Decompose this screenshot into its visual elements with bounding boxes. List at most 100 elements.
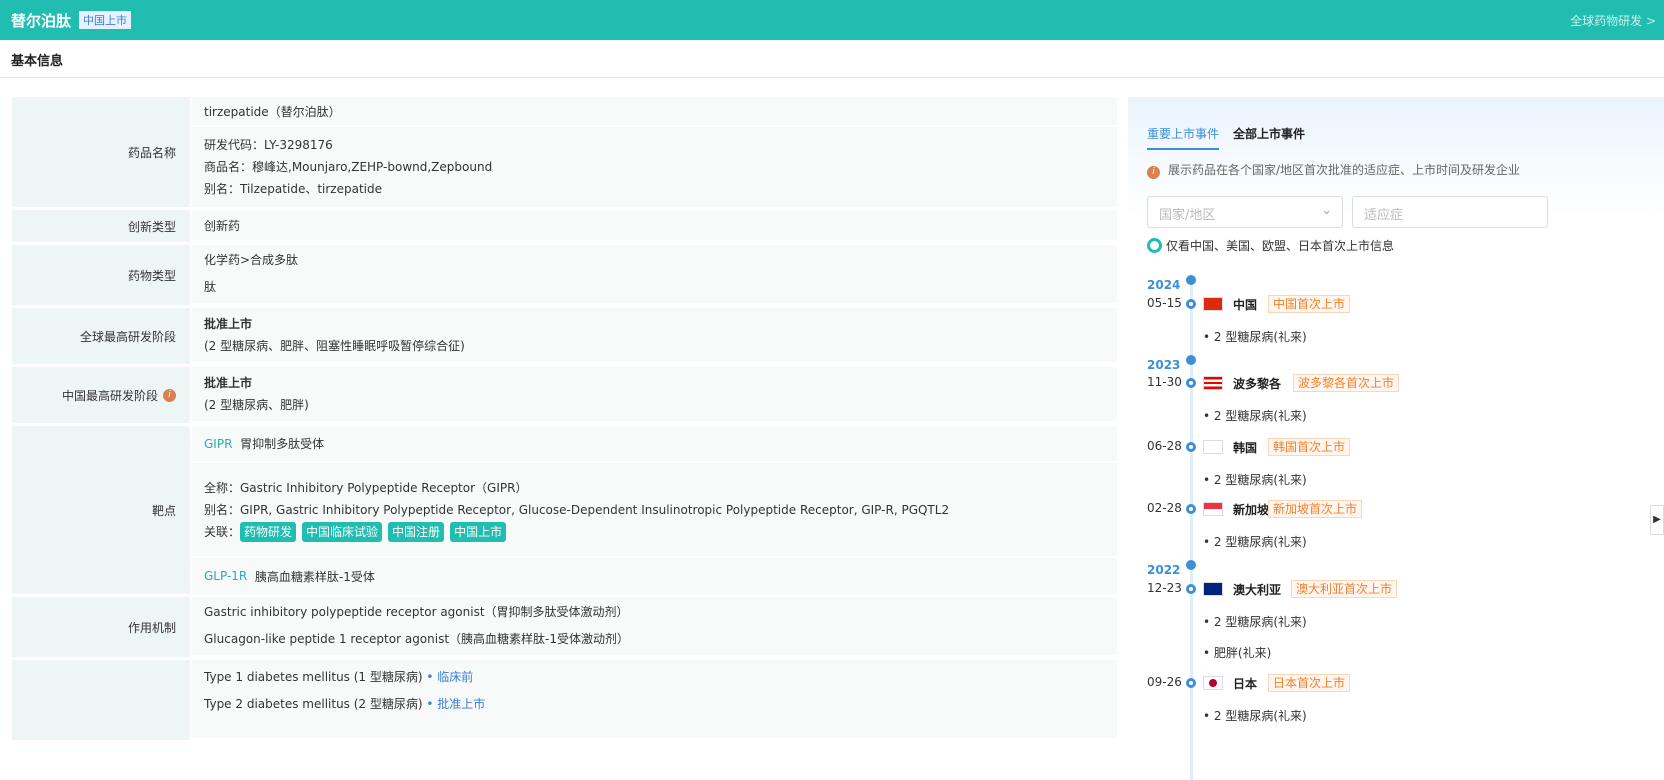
drug-subtype: 肽 <box>204 280 217 294</box>
event-date: 11-30 <box>1147 375 1182 389</box>
event-indication: • 2 型糖尿病(礼来) <box>1203 615 1307 629</box>
event-indication: • 肥胖(礼来) <box>1203 646 1272 660</box>
event-indication: • 2 型糖尿病(礼来) <box>1203 473 1307 487</box>
event-dot <box>1186 678 1196 688</box>
flag-icon <box>1203 440 1223 454</box>
event-country: 澳大利亚 <box>1233 583 1282 597</box>
year-label: 2023 <box>1147 358 1181 372</box>
event-country: 新加坡 <box>1233 503 1270 517</box>
indication-input[interactable]: 适应症 <box>1352 196 1548 228</box>
country-placeholder: 国家/地区 <box>1159 208 1216 223</box>
dev-code: 研发代码：LY-3298176 <box>204 138 333 152</box>
target-glp1r-name: 胰高血糖素样肽-1受体 <box>254 569 375 584</box>
event-date: 06-28 <box>1147 439 1182 453</box>
event-dot <box>1186 442 1196 452</box>
indication-placeholder: 适应症 <box>1364 208 1404 223</box>
label-type: 药物类型 <box>12 245 190 305</box>
label-global-stage: 全球最高研发阶段 <box>12 308 190 364</box>
event-dot <box>1186 299 1196 309</box>
flag-icon <box>1203 297 1223 311</box>
event-indication: • 2 型糖尿病(礼来) <box>1203 409 1307 423</box>
tab-all-events[interactable]: 全部上市事件 <box>1233 125 1305 150</box>
global-indications: (2 型糖尿病、肥胖、阻塞性睡眠呼吸暂停综合征) <box>204 339 465 353</box>
event-date: 09-26 <box>1147 675 1182 689</box>
moa-1: Gastric inhibitory polypeptide receptor … <box>204 605 629 619</box>
event-indication: • 2 型糖尿病(礼来) <box>1203 709 1307 723</box>
event-badge: 韩国首次上市 <box>1268 438 1351 456</box>
event-badge: 波多黎各首次上市 <box>1293 374 1400 392</box>
trade-names: 商品名：穆峰达,Mounjaro,ZEHP-bownd,Zepbound <box>204 160 493 174</box>
event-badge: 中国首次上市 <box>1268 295 1351 313</box>
country-select[interactable]: 国家/地区 ⌄ <box>1147 196 1343 228</box>
related-label: 关联： <box>204 524 241 539</box>
target-full-name: 全称：Gastric Inhibitory Polypeptide Recept… <box>204 480 528 495</box>
event-date: 02-28 <box>1147 501 1182 515</box>
aliases: 别名：Tilzepatide、tirzepatide <box>204 182 382 196</box>
tag-china-trials[interactable]: 中国临床试验 <box>302 521 383 542</box>
radio-icon[interactable] <box>1147 238 1162 253</box>
event-country: 中国 <box>1233 298 1258 312</box>
info-icon[interactable]: i <box>163 388 176 402</box>
indication-1: Type 1 diabetes mellitus (1 型糖尿病) <box>204 670 423 684</box>
year-dot <box>1186 355 1196 365</box>
tag-china-market[interactable]: 中国上市 <box>450 521 507 542</box>
event-dot <box>1186 378 1196 388</box>
event-country: 日本 <box>1233 677 1258 691</box>
section-title: 基本信息 <box>0 40 1664 78</box>
global-rd-link[interactable]: 全球药物研发 > <box>1570 12 1656 29</box>
target-gipr-link[interactable]: GIPR <box>204 437 232 451</box>
event-dot <box>1186 504 1196 514</box>
flag-icon <box>1203 676 1223 690</box>
innov-type: 创新药 <box>204 218 241 233</box>
tag-china-registration[interactable]: 中国注册 <box>388 521 445 542</box>
radio-label: 仅看中国、美国、欧盟、日本首次上市信息 <box>1166 239 1395 253</box>
label-moa: 作用机制 <box>12 597 190 657</box>
year-label: 2022 <box>1147 563 1181 577</box>
moa-2: Glucagon-like peptide 1 receptor agonist… <box>204 632 630 646</box>
launch-events-panel: 重要上市事件 全部上市事件 i 展示药品在各个国家/地区首次批准的适应症、上市时间及… <box>1128 97 1664 780</box>
event-country: 波多黎各 <box>1233 377 1282 391</box>
label-indications <box>12 660 190 740</box>
label-name: 药品名称 <box>12 97 190 207</box>
event-indication: • 2 型糖尿病(礼来) <box>1203 330 1307 344</box>
event-badge: 澳大利亚首次上市 <box>1291 580 1398 598</box>
year-dot <box>1186 275 1196 285</box>
panel-note: 展示药品在各个国家/地区首次批准的适应症、上市时间及研发企业 <box>1168 163 1521 177</box>
china-indications: (2 型糖尿病、肥胖) <box>204 398 309 412</box>
event-date: 12-23 <box>1147 581 1182 595</box>
indication-2-stage[interactable]: • 批准上市 <box>426 697 485 711</box>
major-markets-toggle[interactable]: 仅看中国、美国、欧盟、日本首次上市信息 <box>1147 237 1394 254</box>
year-dot <box>1186 560 1196 570</box>
event-date: 05-15 <box>1147 296 1182 310</box>
flag-icon <box>1203 582 1223 596</box>
target-gipr-name: 胃抑制多肽受体 <box>240 437 325 451</box>
info-icon: i <box>1147 166 1160 179</box>
flag-icon <box>1203 502 1223 516</box>
target-alias: 别名：GIPR, Gastric Inhibitory Polypeptide … <box>204 502 950 517</box>
label-innov: 创新类型 <box>12 210 190 242</box>
status-badge: 中国上市 <box>79 11 132 29</box>
event-indication: • 2 型糖尿病(礼来) <box>1203 535 1307 549</box>
label-target: 靶点 <box>12 426 190 594</box>
global-stage: 批准上市 <box>204 317 253 331</box>
indication-1-stage[interactable]: • 临床前 <box>426 670 473 684</box>
drug-title: 替尔泊肽 <box>11 11 72 30</box>
tab-key-events[interactable]: 重要上市事件 <box>1147 125 1220 150</box>
year-label: 2024 <box>1147 278 1181 292</box>
tag-drug-rd[interactable]: 药物研发 <box>240 521 297 542</box>
event-badge: 日本首次上市 <box>1268 674 1351 692</box>
china-stage: 批准上市 <box>204 376 253 390</box>
label-china-stage: 中国最高研发阶段 <box>61 388 158 403</box>
expand-arrow-icon[interactable]: ▶ <box>1650 505 1664 535</box>
info-table: 药品名称 tirzepatide（替尔泊肽） 研发代码：LY-3298176 商品… <box>12 97 1117 743</box>
event-country: 韩国 <box>1233 441 1258 455</box>
chevron-down-icon: ⌄ <box>1321 203 1332 218</box>
event-badge: 新加坡首次上市 <box>1268 500 1363 518</box>
target-glp1r-link[interactable]: GLP-1R <box>204 569 247 583</box>
header: 替尔泊肽 中国上市 全球药物研发 > <box>0 0 1664 40</box>
indication-2: Type 2 diabetes mellitus (2 型糖尿病) <box>204 697 423 711</box>
flag-icon <box>1203 376 1223 390</box>
drug-name: tirzepatide（替尔泊肽） <box>204 104 341 119</box>
drug-type: 化学药>合成多肽 <box>204 253 299 267</box>
event-dot <box>1186 584 1196 594</box>
